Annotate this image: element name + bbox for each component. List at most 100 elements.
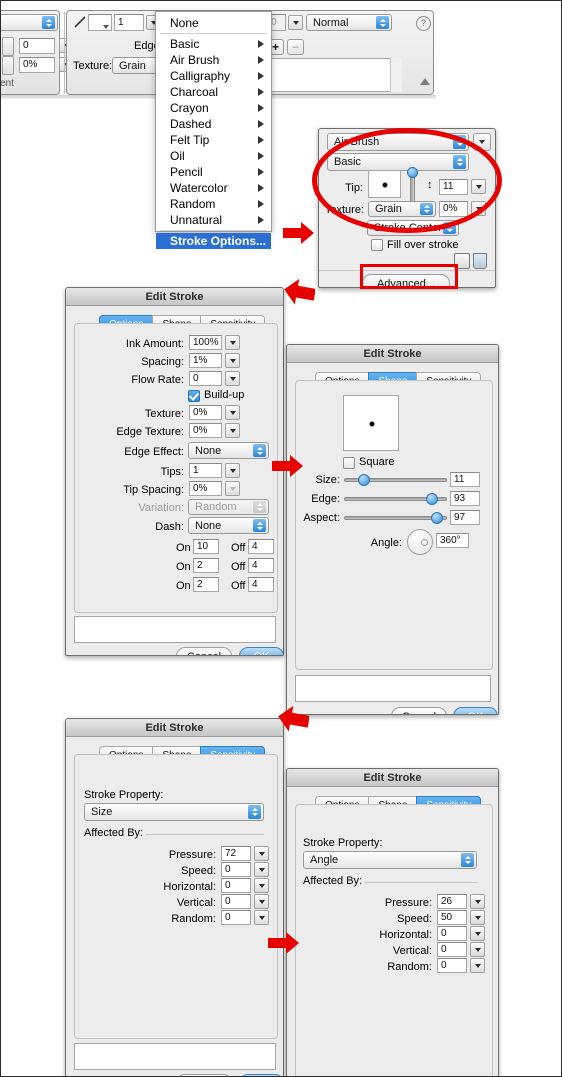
- menu-item-charcoal[interactable]: Charcoal: [156, 84, 271, 100]
- aspect-slider[interactable]: [344, 511, 447, 525]
- texture-stepper-dialog[interactable]: [225, 405, 240, 420]
- pressure-field[interactable]: 26: [437, 894, 467, 909]
- stepper-left-2[interactable]: [2, 56, 14, 75]
- size-slider[interactable]: [344, 473, 447, 487]
- menu-item-label: Random: [170, 197, 216, 211]
- spacing-field[interactable]: 1%: [189, 353, 222, 368]
- edge-texture-stepper[interactable]: [225, 423, 240, 438]
- menu-item-unnatural[interactable]: Unnatural: [156, 212, 271, 228]
- opacity-stepper[interactable]: [288, 15, 303, 30]
- edge-effect-popup[interactable]: None: [188, 442, 269, 459]
- pressure-field[interactable]: 72: [221, 846, 251, 861]
- vertical-field[interactable]: 0: [437, 942, 467, 957]
- dash-off-field-2[interactable]: 4: [248, 558, 274, 573]
- size-value: 11: [454, 473, 465, 485]
- menu-item-oil[interactable]: Oil: [156, 148, 271, 164]
- toolbar-field-pct[interactable]: 0%: [19, 57, 55, 73]
- flow-rate-stepper[interactable]: [225, 371, 240, 386]
- toolbar-left-popup[interactable]: [0, 14, 58, 31]
- pressure-stepper[interactable]: [470, 894, 485, 909]
- cancel-button[interactable]: Cancel: [176, 647, 232, 655]
- speed-stepper[interactable]: [254, 862, 269, 877]
- menu-item-dashed[interactable]: Dashed: [156, 116, 271, 132]
- menu-item-watercolor[interactable]: Watercolor: [156, 180, 271, 196]
- random-field[interactable]: 0: [437, 958, 467, 973]
- square-checkbox[interactable]: [343, 457, 355, 469]
- edge-slider-knob[interactable]: [426, 493, 438, 505]
- stroke-width-field[interactable]: 1: [114, 14, 144, 31]
- fill-over-stroke-checkbox[interactable]: [371, 239, 383, 251]
- cancel-button[interactable]: Cancel: [391, 707, 447, 714]
- dash-off-value-1: 4: [252, 540, 258, 552]
- flow-rate-field[interactable]: 0: [189, 371, 222, 386]
- menu-item-felt-tip[interactable]: Felt Tip: [156, 132, 271, 148]
- dash-off-label-1: Off: [231, 542, 246, 554]
- size-slider-knob[interactable]: [358, 474, 370, 486]
- dash-off-field-3[interactable]: 4: [248, 577, 274, 592]
- stroke-color-well[interactable]: [88, 14, 112, 31]
- horizontal-field[interactable]: 0: [221, 878, 251, 893]
- horizontal-stepper[interactable]: [254, 878, 269, 893]
- random-stepper[interactable]: [470, 958, 485, 973]
- shape-tip-preview[interactable]: [343, 395, 399, 451]
- menu-item-stroke-options[interactable]: Stroke Options...: [156, 233, 271, 249]
- speed-field[interactable]: 50: [437, 910, 467, 925]
- menu-item-none[interactable]: None: [156, 15, 271, 31]
- horizontal-stepper[interactable]: [470, 926, 485, 941]
- ink-amount-field[interactable]: 100%: [189, 335, 222, 350]
- pressure-stepper[interactable]: [254, 846, 269, 861]
- vertical-stepper[interactable]: [470, 942, 485, 957]
- tip-spacing-field[interactable]: 0%: [189, 481, 222, 496]
- vertical-field[interactable]: 0: [221, 894, 251, 909]
- stroke-preview-list[interactable]: [266, 58, 402, 92]
- tip-spacing-stepper[interactable]: [225, 481, 240, 496]
- list-scrollbar[interactable]: [390, 58, 402, 92]
- speed-stepper[interactable]: [470, 910, 485, 925]
- texture-field-dialog[interactable]: 0%: [189, 405, 222, 420]
- ok-button[interactable]: OK: [453, 707, 498, 714]
- angle-field[interactable]: 360°: [436, 533, 469, 548]
- random-stepper[interactable]: [254, 910, 269, 925]
- dash-on-field-1[interactable]: 10: [193, 539, 219, 554]
- variation-popup[interactable]: Random: [188, 499, 269, 515]
- tips-stepper[interactable]: [225, 463, 240, 478]
- help-icon[interactable]: ?: [416, 16, 431, 31]
- trash-icon[interactable]: [473, 253, 487, 269]
- menu-item-air-brush[interactable]: Air Brush: [156, 52, 271, 68]
- collapse-triangle-icon[interactable]: [420, 78, 430, 85]
- angle-dial[interactable]: [407, 529, 433, 555]
- dash-popup[interactable]: None: [188, 517, 269, 534]
- menu-item-crayon[interactable]: Crayon: [156, 100, 271, 116]
- size-field[interactable]: 11: [450, 472, 480, 487]
- edge-texture-field[interactable]: 0%: [189, 423, 222, 438]
- menu-item-pencil[interactable]: Pencil: [156, 164, 271, 180]
- aspect-field[interactable]: 97: [450, 510, 480, 525]
- stepper-left-1[interactable]: [2, 37, 14, 56]
- brush-category-menu[interactable]: None Basic Air Brush Calligraphy Charcoal Cra…: [155, 11, 272, 249]
- dash-off-field-1[interactable]: 4: [248, 539, 274, 554]
- vertical-stepper[interactable]: [254, 894, 269, 909]
- buildup-checkbox[interactable]: [188, 390, 200, 402]
- menu-item-calligraphy[interactable]: Calligraphy: [156, 68, 271, 84]
- dash-on-field-2[interactable]: 2: [193, 558, 219, 573]
- spacing-stepper[interactable]: [225, 353, 240, 368]
- horizontal-field[interactable]: 0: [437, 926, 467, 941]
- toolbar-field-0[interactable]: 0: [19, 38, 55, 54]
- random-field[interactable]: 0: [221, 910, 251, 925]
- edge-field[interactable]: 93: [450, 491, 480, 506]
- edit-stroke-sensitivity-angle-dialog: Edit Stroke Options Shape Sensitivity St…: [286, 768, 499, 1077]
- stroke-property-popup[interactable]: Size: [84, 803, 264, 821]
- aspect-slider-knob[interactable]: [431, 512, 443, 524]
- speed-label: Speed:: [181, 865, 216, 877]
- tips-field[interactable]: 1: [189, 463, 222, 478]
- dash-on-field-3[interactable]: 2: [193, 577, 219, 592]
- ok-button[interactable]: OK: [239, 647, 283, 655]
- menu-item-basic[interactable]: Basic: [156, 36, 271, 52]
- menu-item-random[interactable]: Random: [156, 196, 271, 212]
- edge-slider[interactable]: [344, 492, 447, 506]
- blend-mode-popup[interactable]: Normal: [306, 14, 392, 31]
- stroke-property-popup[interactable]: Angle: [303, 851, 477, 869]
- remove-button[interactable]: –: [287, 39, 304, 55]
- ink-amount-stepper[interactable]: [225, 335, 240, 350]
- speed-field[interactable]: 0: [221, 862, 251, 877]
